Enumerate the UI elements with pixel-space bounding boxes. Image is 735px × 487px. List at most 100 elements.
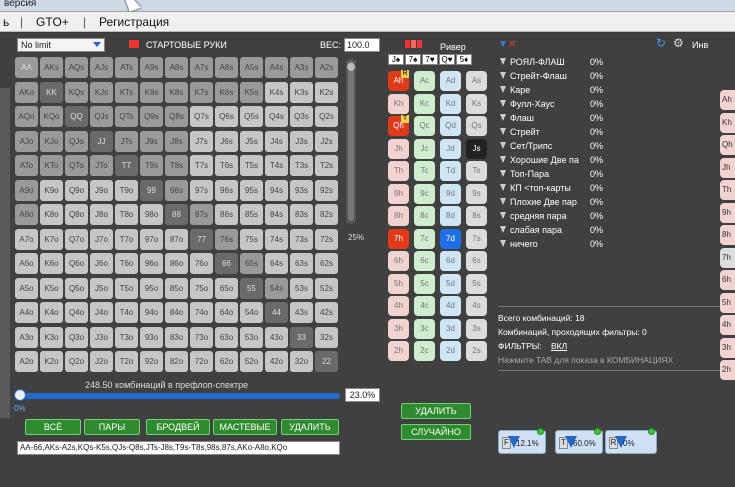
hand-cell[interactable]: J4o: [90, 302, 113, 323]
hand-cell[interactable]: Q4o: [65, 302, 88, 323]
delete-range-button[interactable]: УДАЛИТЬ: [281, 419, 339, 435]
filter-triangle-icon[interactable]: [500, 240, 506, 247]
hand-cell[interactable]: Q5o: [65, 277, 88, 299]
hand-cell[interactable]: 93s: [290, 179, 313, 201]
stat-row[interactable]: Плохие Две пар: [500, 195, 577, 209]
hand-cell[interactable]: AA: [15, 57, 38, 78]
hand-cell[interactable]: 72s: [315, 228, 338, 250]
hand-cell[interactable]: 76o: [190, 253, 213, 274]
stat-row[interactable]: РОЯЛ-ФЛАШ: [500, 55, 565, 69]
refresh-icon[interactable]: ↻: [656, 36, 666, 50]
hand-cell[interactable]: Q7o: [65, 228, 88, 250]
hand-cell[interactable]: 97o: [140, 228, 163, 250]
hand-cell[interactable]: AQs: [65, 57, 88, 78]
hand-cell[interactable]: 87o: [165, 228, 188, 250]
river-card[interactable]: Qd: [440, 116, 461, 136]
hand-cell[interactable]: 52s: [315, 277, 338, 299]
hand-cell[interactable]: 22: [315, 351, 338, 372]
river-card[interactable]: 6s: [466, 251, 487, 271]
hand-cell[interactable]: Q9s: [140, 106, 163, 127]
hand-cell[interactable]: KTs: [115, 81, 138, 103]
river-card[interactable]: 5c: [414, 273, 435, 294]
river-card[interactable]: 6h: [388, 251, 409, 271]
river-card[interactable]: 4s: [466, 296, 487, 316]
stat-row[interactable]: слабая пара: [500, 223, 562, 237]
hand-cell[interactable]: 52o: [240, 351, 263, 372]
river-card[interactable]: 4h: [388, 296, 409, 316]
hand-cell[interactable]: T3s: [290, 155, 313, 176]
hand-cell[interactable]: T5o: [115, 277, 138, 299]
hand-cell[interactable]: Q3s: [290, 106, 313, 127]
hand-cell[interactable]: 33: [290, 326, 313, 348]
hand-cell[interactable]: K4s: [265, 81, 288, 103]
river-card[interactable]: Ad: [440, 71, 461, 91]
hand-cell[interactable]: K6s: [215, 81, 238, 103]
river-card[interactable]: 8s: [466, 206, 487, 226]
hand-cell[interactable]: J7s: [190, 130, 213, 152]
hand-cell[interactable]: T8s: [165, 155, 188, 176]
pairs-button[interactable]: ПАРЫ: [84, 419, 140, 435]
hand-cell[interactable]: JJ: [90, 130, 113, 152]
river-card[interactable]: 3h: [388, 318, 409, 339]
river-card[interactable]: 8c: [414, 206, 435, 226]
hand-cell[interactable]: K4o: [40, 302, 63, 323]
hand-cell[interactable]: 96o: [140, 253, 163, 274]
hand-cell[interactable]: J3s: [290, 130, 313, 152]
stat-row[interactable]: Фулл-Хаус: [500, 97, 554, 111]
filter-triangle-icon[interactable]: [500, 184, 506, 191]
hand-cell[interactable]: KTo: [40, 155, 63, 176]
river-card[interactable]: 5d: [440, 273, 461, 294]
filters-toggle[interactable]: ВКЛ: [551, 341, 567, 351]
river-card[interactable]: Jd: [440, 138, 461, 159]
filter-triangle-icon[interactable]: [500, 156, 506, 163]
hand-cell[interactable]: J5o: [90, 277, 113, 299]
river-card[interactable]: Td: [440, 161, 461, 181]
hand-cell[interactable]: 92o: [140, 351, 163, 372]
hand-cell[interactable]: 92s: [315, 179, 338, 201]
hand-cell[interactable]: 84o: [165, 302, 188, 323]
river-card[interactable]: Th: [388, 161, 409, 181]
hand-cell[interactable]: 74s: [265, 228, 288, 250]
right-panel-card[interactable]: Kh: [720, 112, 735, 133]
hand-cell[interactable]: A4o: [15, 302, 38, 323]
hand-cell[interactable]: 73o: [190, 326, 213, 348]
filter-triangle-icon[interactable]: [500, 198, 506, 205]
stat-row[interactable]: Сет/Трипс: [500, 139, 552, 153]
weight-scrollbar[interactable]: [346, 59, 356, 224]
hand-cell[interactable]: A9s: [140, 57, 163, 78]
hand-cell[interactable]: A4s: [265, 57, 288, 78]
hand-cell[interactable]: KJs: [90, 81, 113, 103]
hand-cell[interactable]: 83s: [290, 204, 313, 225]
hand-cell[interactable]: 98s: [165, 179, 188, 201]
river-card[interactable]: 2h: [388, 341, 409, 361]
stat-row[interactable]: Стрейт-Флаш: [500, 69, 567, 83]
hand-cell[interactable]: 64o: [215, 302, 238, 323]
range-string-input[interactable]: AA-66,AKs-A2s,KQs-K5s,QJs-Q8s,JTs-J8s,T9…: [17, 441, 340, 455]
hand-cell[interactable]: T9s: [140, 155, 163, 176]
range-percent-input[interactable]: 23.0%: [345, 388, 380, 402]
hand-cell[interactable]: 65s: [240, 253, 263, 274]
hand-cell[interactable]: QTo: [65, 155, 88, 176]
hand-cell[interactable]: ATo: [15, 155, 38, 176]
hand-cell[interactable]: 63s: [290, 253, 313, 274]
hand-cell[interactable]: J8o: [90, 204, 113, 225]
hand-cell[interactable]: K9o: [40, 179, 63, 201]
hand-cell[interactable]: J6s: [215, 130, 238, 152]
hand-cell[interactable]: K7s: [190, 81, 213, 103]
hand-cell[interactable]: K7o: [40, 228, 63, 250]
river-card[interactable]: Ks: [466, 93, 487, 114]
hand-cell[interactable]: T6o: [115, 253, 138, 274]
hand-cell[interactable]: J2s: [315, 130, 338, 152]
filter-triangle-icon[interactable]: [500, 212, 506, 219]
hand-cell[interactable]: K3o: [40, 326, 63, 348]
hand-cell[interactable]: 62o: [215, 351, 238, 372]
hand-cell[interactable]: A3s: [290, 57, 313, 78]
scrollbar-thumb[interactable]: [348, 61, 354, 221]
filter-icon[interactable]: ▼: [498, 39, 508, 50]
hand-cell[interactable]: TT: [115, 155, 138, 176]
river-card[interactable]: 9h: [388, 183, 409, 204]
hand-cell[interactable]: T2s: [315, 155, 338, 176]
hand-cell[interactable]: K2o: [40, 351, 63, 372]
hand-cell[interactable]: 96s: [215, 179, 238, 201]
hand-cell[interactable]: 53s: [290, 277, 313, 299]
